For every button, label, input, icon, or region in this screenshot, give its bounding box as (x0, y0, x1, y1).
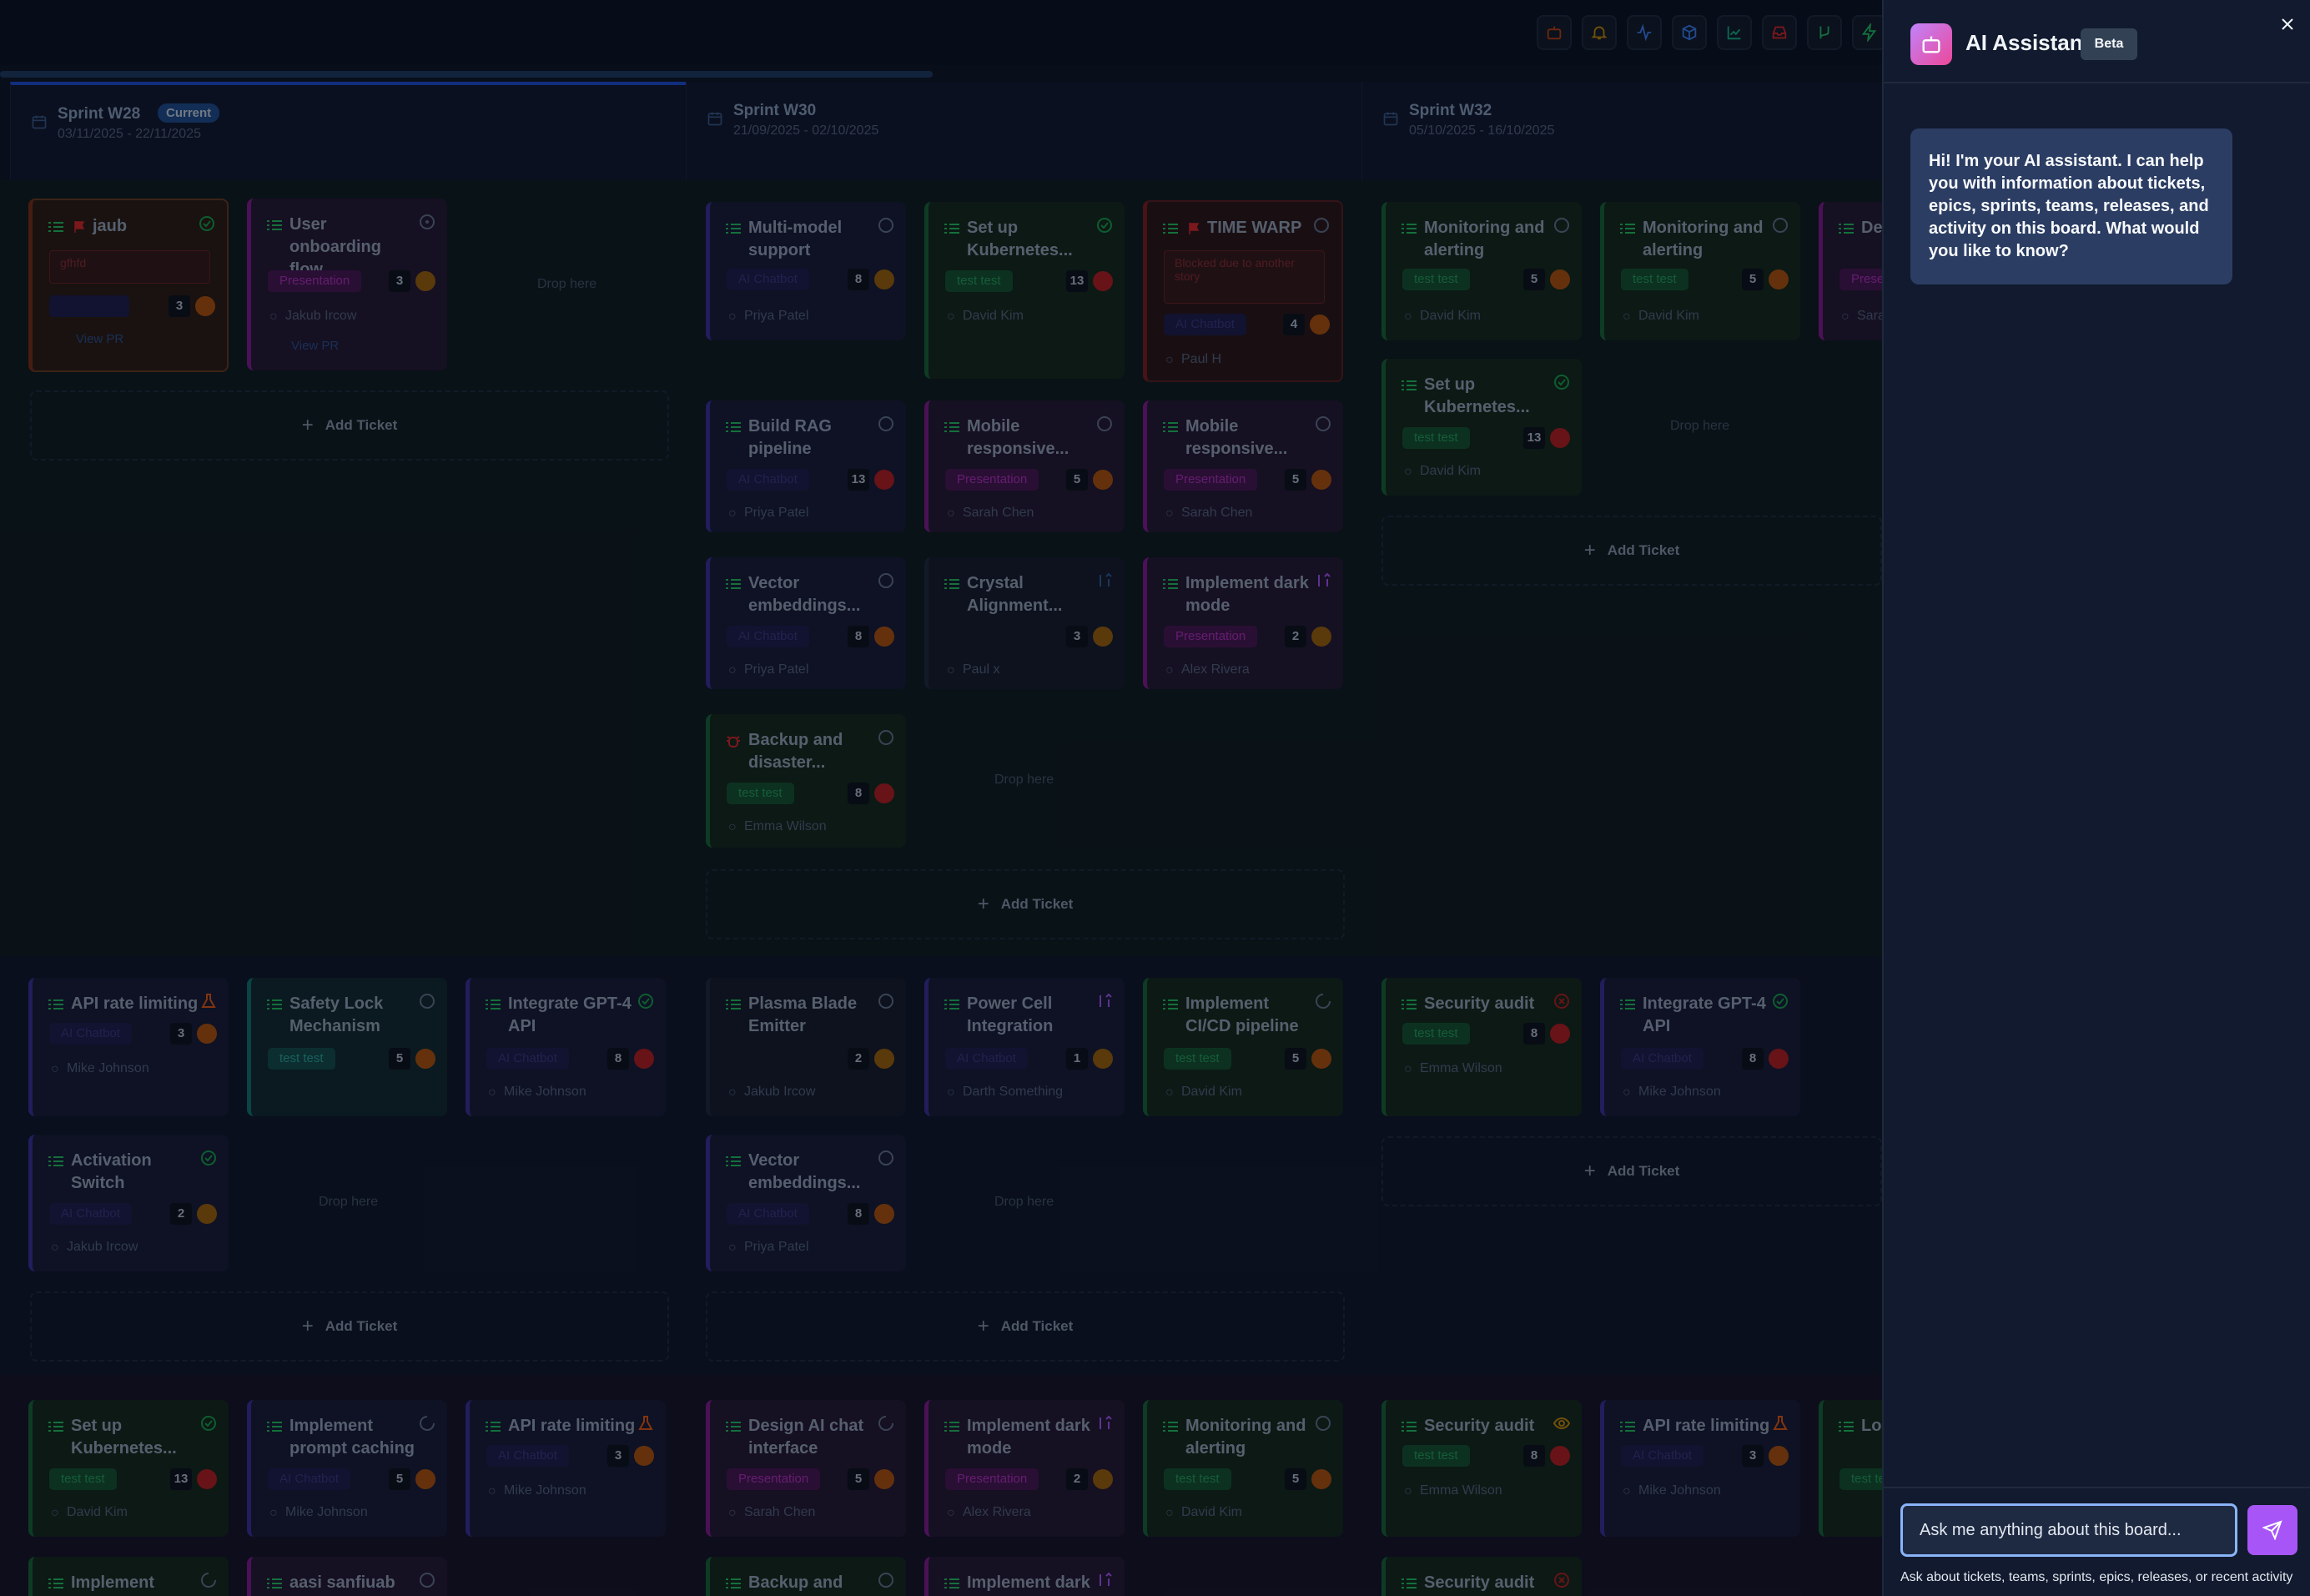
beta-badge: Beta (2081, 28, 2137, 60)
modal-backdrop[interactable] (0, 0, 1882, 1596)
ai-assistant-panel: AI Assistant Beta Hi! I'm your AI assist… (1882, 0, 2310, 1596)
send-button[interactable] (2247, 1505, 2297, 1555)
panel-title: AI Assistant (1965, 30, 2091, 55)
panel-header: AI Assistant Beta (1884, 0, 2310, 83)
input-hint: Ask about tickets, teams, sprints, epics… (1900, 1570, 2293, 1584)
bot-icon (1910, 23, 1952, 65)
assistant-message: Hi! I'm your AI assistant. I can help yo… (1910, 128, 2232, 284)
send-icon (2262, 1520, 2282, 1540)
chat-input[interactable] (1900, 1503, 2237, 1557)
close-icon (2282, 18, 2293, 30)
sprint-board: Sprint W28 Current 03/11/2025 - 22/11/20… (0, 0, 1882, 1596)
close-button[interactable] (2275, 12, 2300, 37)
chat-input-area: Ask about tickets, teams, sprints, epics… (1884, 1487, 2310, 1596)
